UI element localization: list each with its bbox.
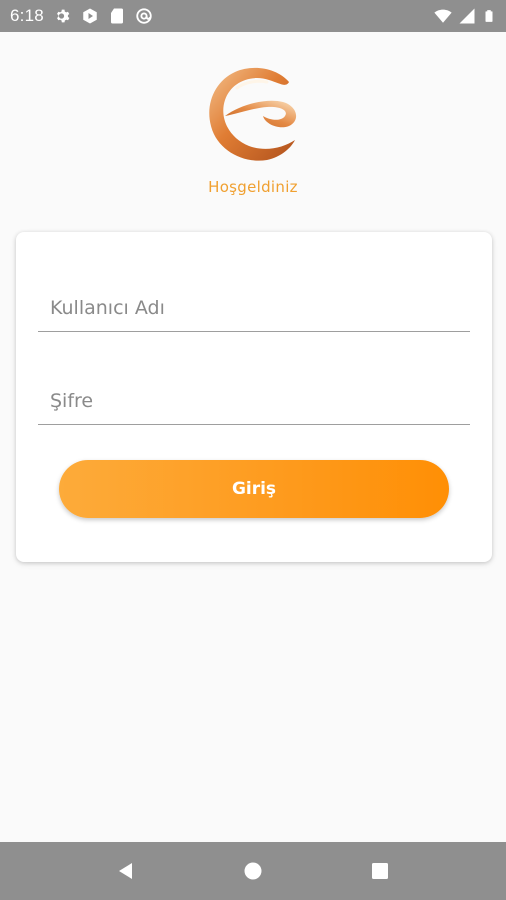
back-icon	[118, 863, 132, 879]
wifi-icon	[434, 9, 452, 23]
home-button[interactable]	[233, 851, 273, 891]
username-field-container	[38, 272, 470, 332]
play-icon	[83, 8, 97, 24]
notification-icons	[54, 7, 153, 25]
e-swirl-logo	[209, 67, 297, 161]
password-input[interactable]	[38, 390, 470, 412]
sd-card-icon	[110, 8, 123, 24]
status-bar: 6:18	[0, 0, 506, 32]
welcome-text: Hoşgeldiniz	[208, 178, 298, 196]
navigation-bar	[0, 842, 506, 900]
status-right	[434, 7, 496, 25]
back-button[interactable]	[106, 851, 146, 891]
password-field-container	[38, 365, 470, 425]
at-sign-icon	[136, 8, 152, 24]
username-input[interactable]	[38, 297, 470, 319]
status-left: 6:18	[10, 6, 153, 26]
battery-icon	[485, 10, 493, 22]
gear-icon	[56, 9, 70, 23]
login-card: Giriş	[16, 232, 492, 562]
header: Hoşgeldiniz	[0, 60, 506, 196]
login-button[interactable]: Giriş	[59, 460, 449, 518]
signal-icon	[459, 8, 475, 24]
recents-button[interactable]	[360, 851, 400, 891]
home-icon	[244, 862, 262, 880]
status-time: 6:18	[10, 6, 44, 25]
recents-icon	[372, 863, 389, 879]
